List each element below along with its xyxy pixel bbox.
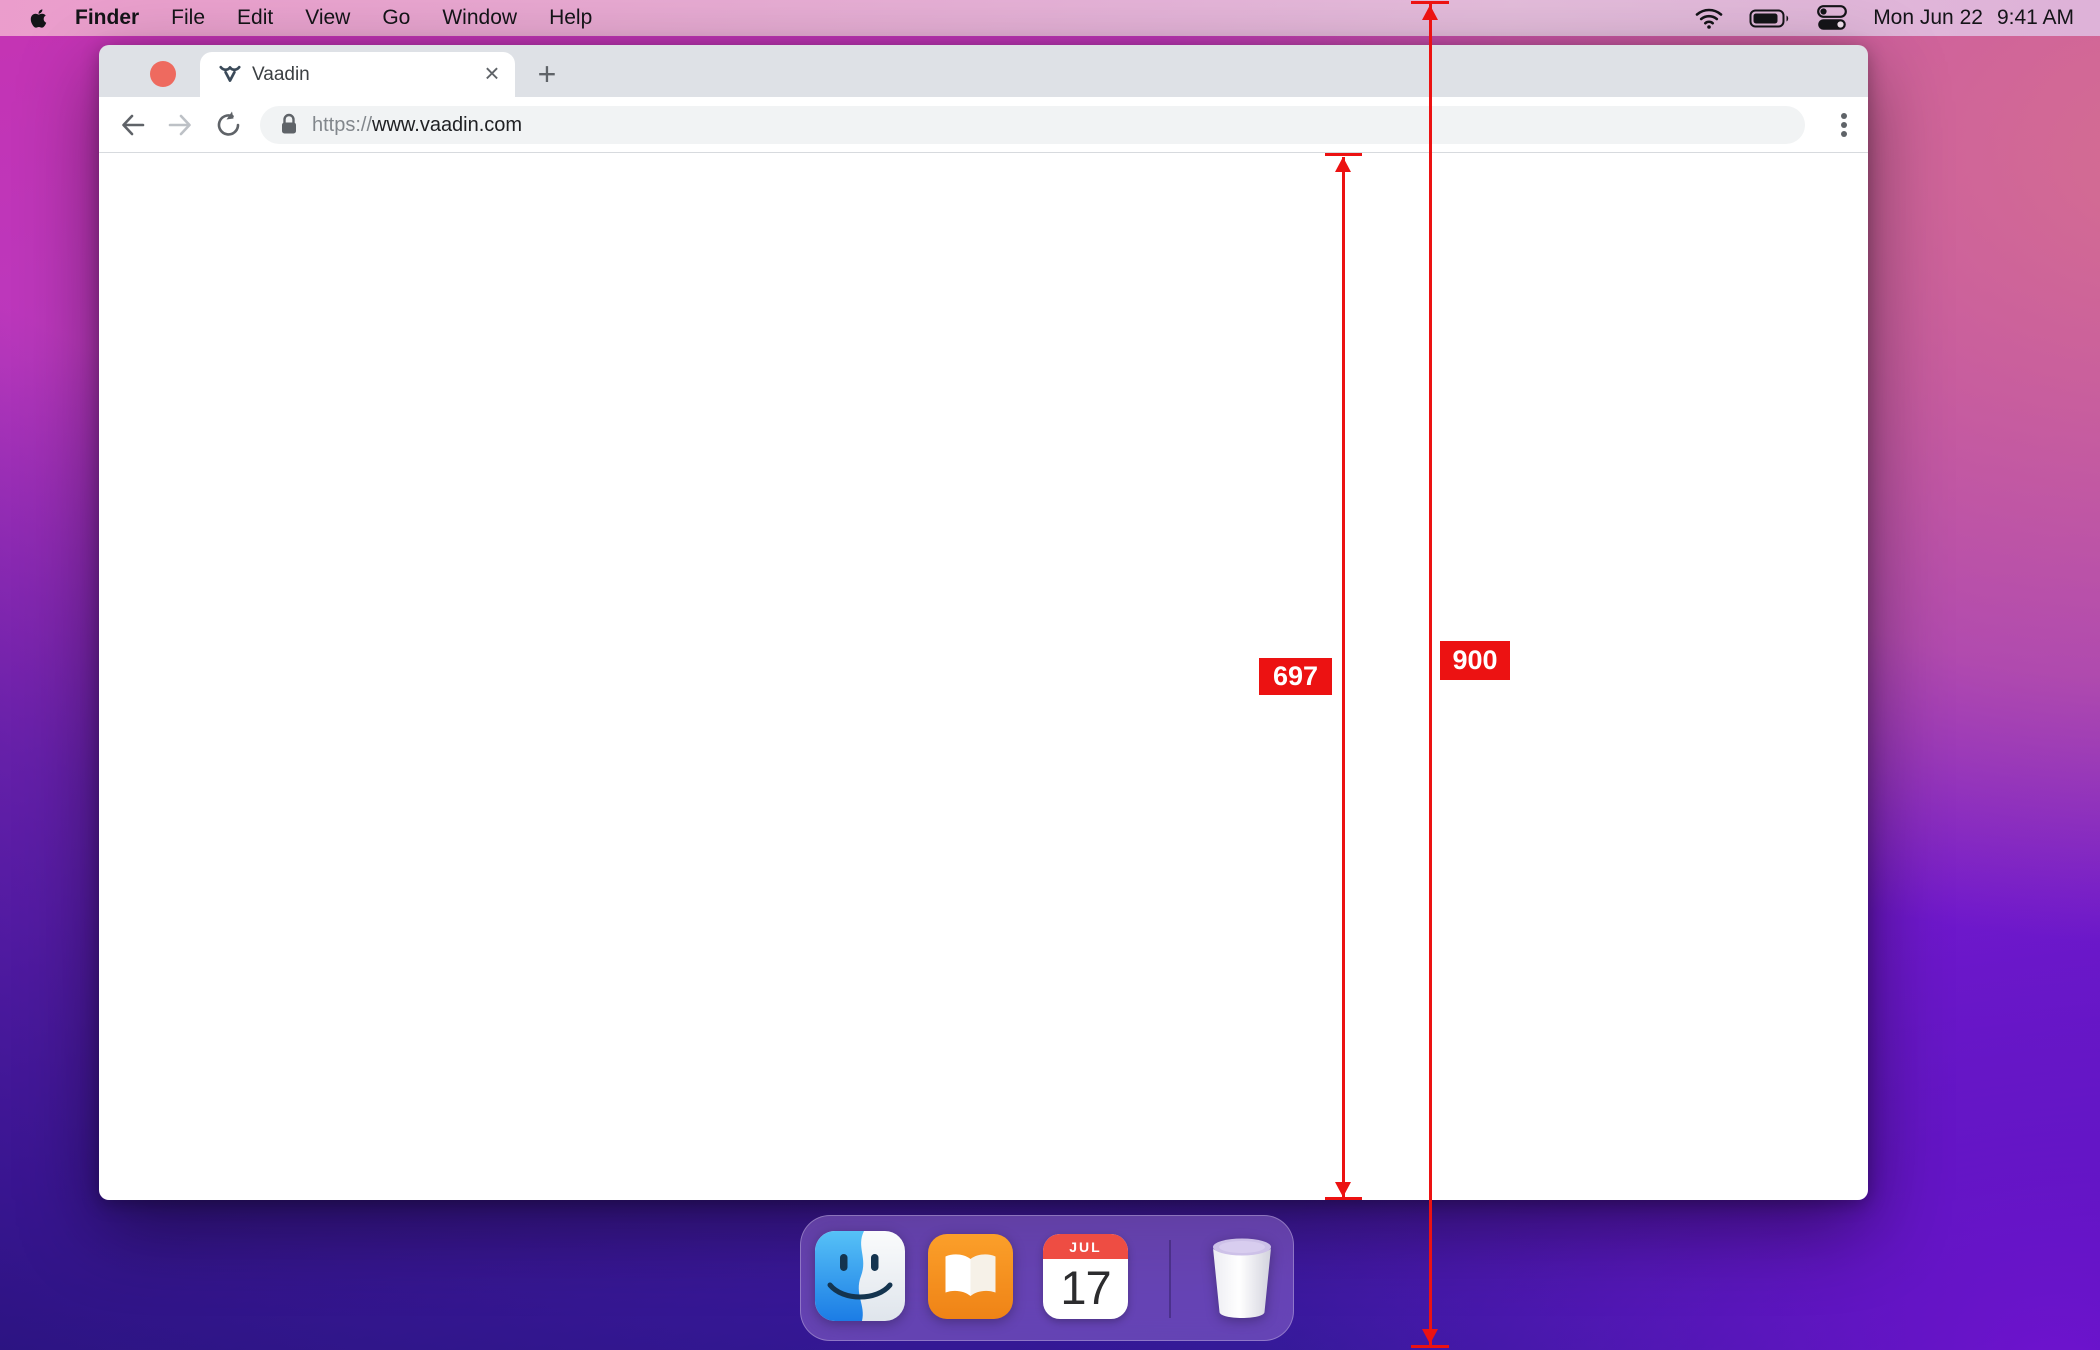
tab-title: Vaadin — [252, 52, 310, 98]
measure-900-bottom-cap — [1411, 1345, 1449, 1348]
battery-icon[interactable] — [1749, 8, 1791, 29]
control-center-icon[interactable] — [1817, 5, 1847, 31]
measure-697-line — [1342, 157, 1345, 1198]
browser-page-content — [99, 153, 1868, 1200]
wifi-icon[interactable] — [1695, 7, 1723, 29]
dock-finder-icon[interactable] — [815, 1231, 905, 1326]
dock-books-icon[interactable] — [928, 1234, 1013, 1324]
dock-divider — [1169, 1240, 1171, 1318]
apple-menu-icon[interactable] — [30, 8, 47, 29]
menu-item-file[interactable]: File — [167, 6, 209, 30]
measure-697-top-cap — [1325, 153, 1362, 156]
vaadin-favicon-icon — [218, 62, 242, 86]
calendar-day-label: 17 — [1043, 1259, 1128, 1317]
menu-item-view[interactable]: View — [301, 6, 354, 30]
new-tab-button[interactable]: + — [530, 58, 564, 92]
reload-icon[interactable] — [213, 109, 245, 141]
url-text[interactable]: https://www.vaadin.com — [312, 106, 522, 144]
desktop: Finder File Edit View Go Window Help — [0, 0, 2100, 1350]
clock-time: 9:41 AM — [1997, 6, 2074, 30]
menu-item-help[interactable]: Help — [545, 6, 596, 30]
browser-tab-vaadin[interactable] — [200, 52, 515, 98]
lock-icon[interactable] — [280, 113, 298, 136]
calendar-month-label: JUL — [1043, 1234, 1128, 1259]
measure-900-label: 900 — [1440, 641, 1510, 680]
url-host: www.vaadin.com — [372, 114, 522, 136]
menu-item-window[interactable]: Window — [438, 6, 521, 30]
menu-bar-clock[interactable]: Mon Jun 22 9:41 AM — [1873, 6, 2074, 30]
measure-900-arrow-down — [1422, 1329, 1438, 1344]
dock-trash-icon[interactable] — [1202, 1232, 1282, 1329]
menu-item-go[interactable]: Go — [378, 6, 414, 30]
url-scheme: https:// — [312, 114, 372, 136]
browser-menu-icon[interactable] — [1831, 110, 1857, 140]
back-icon[interactable] — [117, 109, 149, 141]
clock-date: Mon Jun 22 — [1873, 6, 1983, 30]
dock-calendar-icon[interactable]: JUL 17 — [1043, 1234, 1128, 1319]
menu-item-edit[interactable]: Edit — [233, 6, 277, 30]
tab-close-icon[interactable]: × — [477, 59, 507, 89]
measure-900-line — [1429, 4, 1432, 1345]
measure-697-arrow-up — [1335, 157, 1351, 172]
forward-icon[interactable] — [164, 109, 196, 141]
measure-697-bottom-cap — [1325, 1197, 1362, 1200]
measure-697-arrow-down — [1335, 1182, 1351, 1197]
menu-item-finder[interactable]: Finder — [71, 6, 143, 30]
measure-697-label: 697 — [1259, 658, 1332, 695]
menu-bar: Finder File Edit View Go Window Help — [0, 0, 2100, 36]
measure-900-arrow-up — [1422, 5, 1438, 20]
window-close-button[interactable] — [150, 61, 176, 87]
